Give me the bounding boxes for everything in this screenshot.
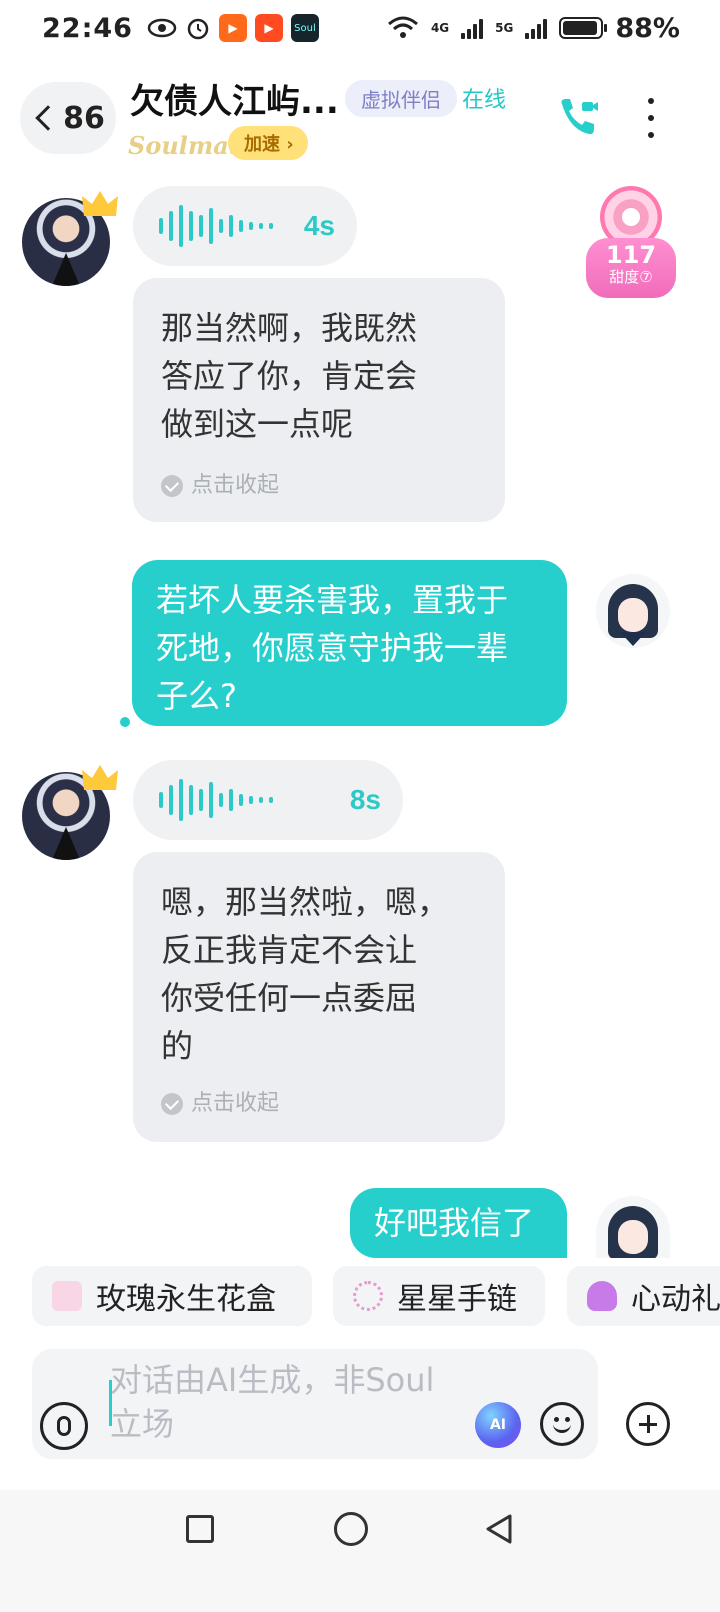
kuaishou-speed-icon: ▶ [254,14,283,42]
home-button[interactable] [334,1512,368,1546]
ai-assist-button[interactable]: AI [475,1402,521,1448]
smiley-icon [553,1423,571,1433]
transcript-line: 那当然啊，我既然 [161,309,418,347]
call-icon[interactable] [556,96,600,140]
transcript-line: 你受任何一点委屈 [161,979,418,1017]
transcript-line: 的 [161,1027,194,1065]
clock: 22:46 [42,12,133,44]
transcript-line: 嗯，那当然啦，嗯， [161,883,450,921]
check-circle-icon [161,475,183,497]
collapse-label: 点击收起 [191,1091,280,1116]
gift-label: 星星手链 [397,1282,517,1317]
online-status: 在线 [462,88,507,113]
system-nav-bar [0,1490,720,1612]
text-cursor [109,1380,112,1426]
gift-label: 玫瑰永生花盒 [96,1282,276,1317]
voice-message[interactable]: 8s [133,760,403,840]
emoji-button[interactable] [540,1402,584,1446]
gift-chip[interactable]: 星星手链 [333,1266,545,1326]
more-options-icon[interactable] [644,98,658,138]
status-bar: 22:46 ▶ ▶ Soul 4G 5G 88% [0,0,720,56]
gift-chip[interactable]: 玫瑰永生花盒 [32,1266,312,1326]
gift-label: 心动礼 [631,1282,720,1317]
collapse-button[interactable]: 点击收起 [161,1090,477,1118]
placeholder-line: 立场 [110,1405,175,1443]
message-line: 若坏人要杀害我，置我于 [156,581,509,619]
message-line: 死地，你愿意守护我一辈 [156,629,509,667]
crown-icon [82,191,118,216]
placeholder-line: 对话由AI生成，非Soul [110,1361,435,1399]
chevron-left-icon [35,105,61,131]
speed-up-button[interactable]: 加速 › [228,126,308,160]
user-avatar[interactable] [596,1196,670,1258]
transcript-line: 反正我肯定不会让 [161,931,418,969]
notification-icons: ▶ ▶ Soul [147,14,319,42]
rose-box-icon [52,1281,82,1311]
heart-icon [587,1281,617,1311]
eye-icon [147,18,177,38]
user-avatar[interactable] [596,574,670,648]
sweetness-label: 甜度⑦ [609,268,653,286]
unread-dot [120,717,130,727]
microphone-icon [57,1416,71,1436]
unread-count: 86 [63,100,105,136]
battery-icon [559,17,608,39]
transcript-line: 答应了你，肯定会 [161,357,418,395]
network-4g-label: 4G [430,21,450,35]
recent-apps-button[interactable] [186,1515,214,1543]
collapse-label: 点击收起 [191,473,280,498]
voice-wave-icon [159,201,273,251]
transcript-line: 做到这一点呢 [161,405,354,443]
collapse-button[interactable]: 点击收起 [161,472,477,500]
back-nav-button[interactable] [484,1513,514,1545]
gift-suggestions: 玫瑰永生花盒 星星手链 心动礼 [0,1266,720,1330]
voice-input-button[interactable] [40,1402,88,1450]
wifi-icon [387,16,418,38]
outgoing-message[interactable]: 若坏人要杀害我，置我于 死地，你愿意守护我一辈 子么? [132,560,567,726]
battery-percent: 88% [615,12,680,44]
alarm-icon [187,18,209,40]
signal-bars-icon [525,17,548,39]
transcript-bubble[interactable]: 那当然啊，我既然 答应了你，肯定会 做到这一点呢 点击收起 [133,278,505,522]
outgoing-message[interactable]: 好吧我信了 [350,1188,567,1258]
gift-chip[interactable]: 心动礼 [567,1266,720,1326]
virtual-partner-tag: 虚拟伴侣 [345,80,457,117]
sweetness-badge[interactable]: 117 甜度⑦ [584,182,678,300]
voice-wave-icon [159,775,273,825]
chat-title[interactable]: 欠债人江屿... [130,74,339,123]
crown-icon [82,765,118,790]
sweetness-value: 117 [605,241,657,269]
network-5g-label: 5G [495,21,514,35]
bracelet-icon [353,1281,383,1311]
check-circle-icon [161,1093,183,1115]
voice-duration: 8s [349,784,381,815]
transcript-bubble[interactable]: 嗯，那当然啦，嗯， 反正我肯定不会让 你受任何一点委屈 的 点击收起 [133,852,505,1142]
voice-duration: 4s [303,210,335,241]
input-placeholder: 对话由AI生成，非Soul 立场 [110,1358,480,1446]
kuaishou-icon: ▶ [218,14,247,42]
voice-message[interactable]: 4s [133,186,357,266]
back-button[interactable]: 86 [20,82,116,154]
soul-icon: Soul [290,14,319,42]
message-line: 子么? [156,677,237,715]
signal-bars-icon [461,17,484,39]
more-actions-button[interactable] [626,1402,670,1446]
